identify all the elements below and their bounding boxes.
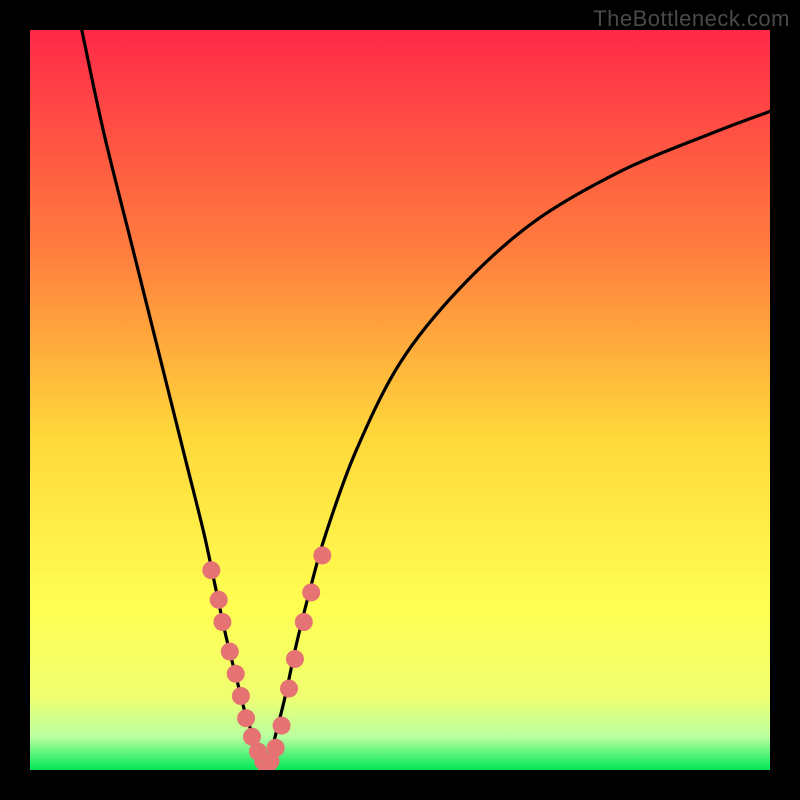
chart-frame: TheBottleneck.com	[0, 0, 800, 800]
data-dot	[213, 613, 231, 631]
data-dot	[232, 687, 250, 705]
data-dot	[313, 546, 331, 564]
data-dot	[286, 650, 304, 668]
plot-area	[30, 30, 770, 770]
data-dot	[267, 739, 285, 757]
data-dot	[273, 717, 291, 735]
data-dot	[302, 583, 320, 601]
right-curve	[267, 111, 770, 770]
data-dot	[295, 613, 313, 631]
watermark-text: TheBottleneck.com	[593, 6, 790, 32]
chart-svg	[30, 30, 770, 770]
data-dot	[221, 643, 239, 661]
data-dot	[210, 591, 228, 609]
data-dot	[202, 561, 220, 579]
data-dot	[227, 665, 245, 683]
left-curve	[82, 30, 267, 770]
data-dot	[237, 709, 255, 727]
data-dot	[280, 680, 298, 698]
